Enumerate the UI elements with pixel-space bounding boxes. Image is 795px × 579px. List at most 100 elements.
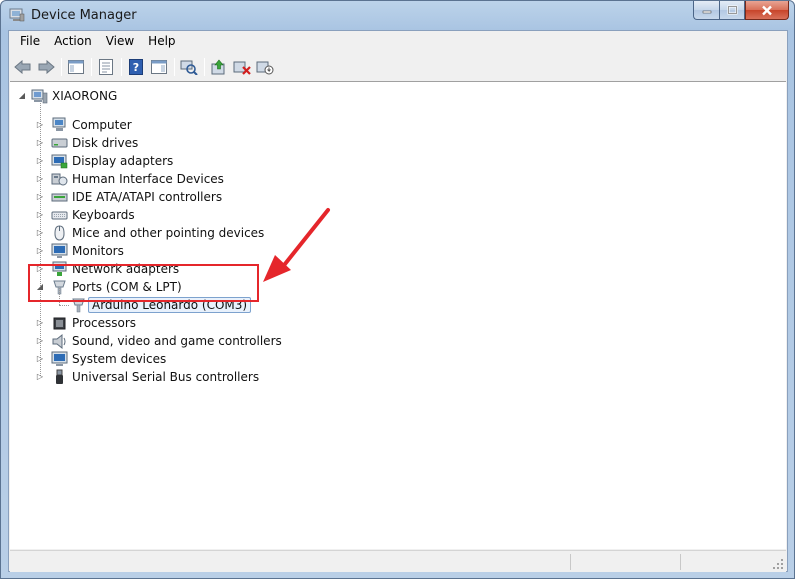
computer-icon bbox=[52, 117, 66, 131]
tree-root-node[interactable]: ◢ XIAORONG bbox=[10, 87, 310, 105]
properties-button[interactable] bbox=[96, 57, 116, 77]
menu-help[interactable]: Help bbox=[141, 31, 182, 52]
expand-arrow-icon[interactable]: ▷ bbox=[35, 192, 45, 201]
keyboard-icon bbox=[51, 211, 68, 220]
usb-icon bbox=[56, 369, 63, 384]
toolbar: ? bbox=[9, 54, 787, 80]
sound-icon bbox=[52, 333, 66, 349]
action-pane-icon bbox=[151, 60, 167, 74]
system-devices-icon bbox=[51, 351, 68, 366]
status-bar bbox=[10, 550, 786, 572]
processor-icon bbox=[53, 317, 66, 330]
status-separator bbox=[570, 554, 571, 570]
computer-root-icon bbox=[31, 89, 48, 104]
tree-category-node[interactable]: ▷ Display adapters bbox=[10, 152, 410, 170]
tree-item-label: Sound, video and game controllers bbox=[72, 334, 282, 348]
hid-icon bbox=[51, 173, 68, 186]
mouse-icon bbox=[54, 225, 65, 241]
menu-bar: File Action View Help bbox=[9, 31, 787, 52]
tree-category-node[interactable]: ▷ Processors bbox=[10, 314, 410, 332]
disable-button[interactable] bbox=[255, 57, 275, 77]
action-pane-button[interactable] bbox=[149, 57, 169, 77]
maximize-icon bbox=[727, 5, 737, 15]
menu-view[interactable]: View bbox=[99, 31, 141, 52]
minimize-button[interactable] bbox=[693, 1, 719, 20]
tree-item-label: Human Interface Devices bbox=[72, 172, 224, 186]
expand-arrow-icon[interactable]: ▷ bbox=[35, 246, 45, 255]
help-button[interactable]: ? bbox=[126, 57, 146, 77]
tree-category-node[interactable]: ▷ IDE ATA/ATAPI controllers bbox=[10, 188, 410, 206]
expand-arrow-icon[interactable]: ▷ bbox=[35, 318, 45, 327]
menu-action[interactable]: Action bbox=[47, 31, 99, 52]
tree-item-label: IDE ATA/ATAPI controllers bbox=[72, 190, 223, 204]
close-button[interactable] bbox=[745, 1, 789, 20]
device-tree: ◢ XIAORONG ▷ Computer ▷ Disk drives ▷ Display a… bbox=[10, 81, 786, 549]
device-manager-icon bbox=[9, 8, 25, 22]
help-icon: ? bbox=[129, 59, 143, 75]
forward-icon bbox=[38, 60, 55, 74]
tree-item-label: Disk drives bbox=[72, 136, 139, 150]
maximize-button[interactable] bbox=[719, 1, 745, 20]
tree-item-label: Keyboards bbox=[72, 208, 135, 222]
expand-arrow-icon[interactable]: ▷ bbox=[35, 228, 45, 237]
status-separator bbox=[680, 554, 681, 570]
back-icon bbox=[14, 60, 31, 74]
update-driver-button[interactable] bbox=[209, 57, 229, 77]
update-driver-icon bbox=[211, 59, 225, 75]
tree-item-label: Processors bbox=[72, 316, 137, 330]
expand-arrow-icon[interactable]: ▷ bbox=[35, 120, 45, 129]
expand-arrow-icon[interactable]: ▷ bbox=[35, 372, 45, 381]
toolbar-separator bbox=[91, 58, 92, 76]
collapse-arrow-icon[interactable]: ◢ bbox=[17, 91, 27, 100]
toolbar-separator bbox=[61, 58, 62, 76]
tree-category-node[interactable]: ▷ Sound, video and game controllers bbox=[10, 332, 410, 350]
show-hide-tree-icon bbox=[68, 60, 84, 74]
disable-icon bbox=[256, 61, 274, 75]
tree-root-label: XIAORONG bbox=[52, 89, 118, 103]
ide-controller-icon bbox=[51, 193, 68, 202]
expand-arrow-icon[interactable]: ▷ bbox=[35, 336, 45, 345]
monitor-icon bbox=[51, 243, 68, 258]
disk-drive-icon bbox=[51, 138, 68, 148]
tree-item-label: Display adapters bbox=[72, 154, 174, 168]
scan-hardware-button[interactable] bbox=[179, 57, 199, 77]
tree-category-node[interactable]: ▷ Computer bbox=[10, 116, 410, 134]
svg-text:?: ? bbox=[133, 61, 139, 74]
close-icon bbox=[762, 5, 772, 15]
show-hide-tree-button[interactable] bbox=[66, 57, 86, 77]
tree-category-node[interactable]: ▷ Monitors bbox=[10, 242, 410, 260]
uninstall-button[interactable] bbox=[232, 57, 252, 77]
tree-category-node[interactable]: ▷ Human Interface Devices bbox=[10, 170, 410, 188]
tree-category-node[interactable]: ▷ Mice and other pointing devices bbox=[10, 224, 410, 242]
size-grip-icon[interactable] bbox=[772, 558, 784, 570]
expand-arrow-icon[interactable]: ▷ bbox=[35, 156, 45, 165]
scan-hardware-icon bbox=[180, 60, 198, 75]
menu-file[interactable]: File bbox=[13, 31, 47, 52]
caption-buttons bbox=[693, 1, 789, 21]
window-title: Device Manager bbox=[31, 8, 137, 23]
tree-category-node[interactable]: ▷ Disk drives bbox=[10, 134, 410, 152]
tree-connector-line bbox=[59, 305, 69, 306]
tree-item-label: Monitors bbox=[72, 244, 124, 258]
tree-item-label: System devices bbox=[72, 352, 167, 366]
toolbar-separator bbox=[204, 58, 205, 76]
expand-arrow-icon[interactable]: ▷ bbox=[35, 210, 45, 219]
tree-item-label: Universal Serial Bus controllers bbox=[72, 370, 260, 384]
tree-category-node[interactable]: ▷ Universal Serial Bus controllers bbox=[10, 368, 410, 386]
tree-category-node[interactable]: ▷ Keyboards bbox=[10, 206, 410, 224]
back-button[interactable] bbox=[13, 57, 33, 77]
toolbar-separator bbox=[174, 58, 175, 76]
properties-icon bbox=[99, 59, 113, 75]
tree-item-label: Mice and other pointing devices bbox=[72, 226, 265, 240]
tree-item-label: Computer bbox=[72, 118, 132, 132]
title-bar[interactable]: Device Manager bbox=[1, 1, 794, 31]
display-adapter-icon bbox=[51, 154, 68, 169]
expand-arrow-icon[interactable]: ▷ bbox=[35, 174, 45, 183]
toolbar-separator bbox=[121, 58, 122, 76]
forward-button[interactable] bbox=[36, 57, 56, 77]
annotation-arrow-icon bbox=[263, 208, 330, 282]
expand-arrow-icon[interactable]: ▷ bbox=[35, 354, 45, 363]
uninstall-icon bbox=[233, 61, 251, 75]
tree-category-node[interactable]: ▷ System devices bbox=[10, 350, 410, 368]
expand-arrow-icon[interactable]: ▷ bbox=[35, 138, 45, 147]
